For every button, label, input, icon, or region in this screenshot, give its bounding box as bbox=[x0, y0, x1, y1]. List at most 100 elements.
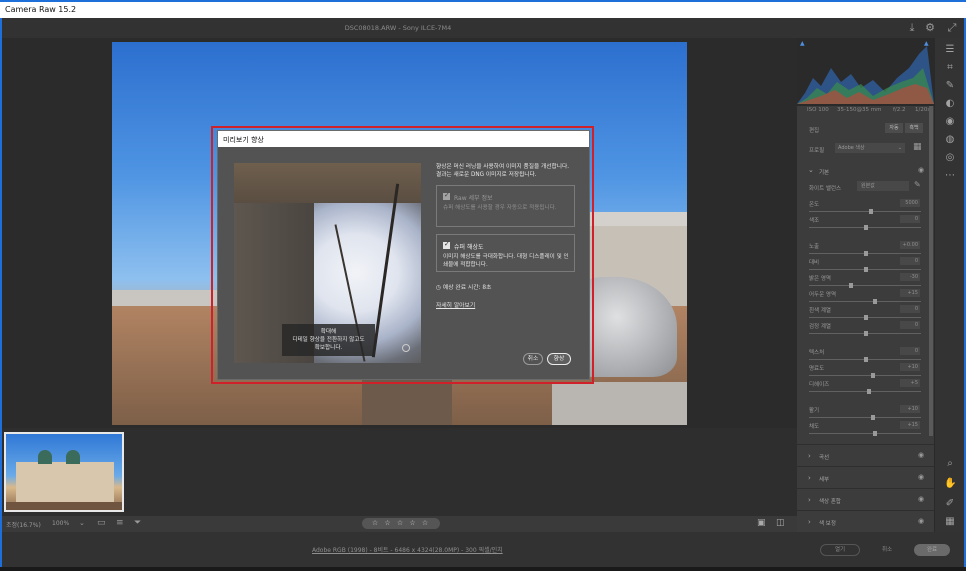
preview-zoom-icon[interactable] bbox=[402, 344, 410, 352]
whites-value[interactable]: 0 bbox=[900, 305, 920, 313]
bw-button[interactable]: 흑백 bbox=[905, 123, 923, 133]
enhance-button[interactable]: 향상 bbox=[547, 353, 571, 365]
section-color-grading[interactable]: › 색 보정 ◉ bbox=[797, 510, 934, 532]
zoom-value[interactable]: 100% bbox=[52, 520, 69, 527]
auto-button[interactable]: 자동 bbox=[885, 123, 903, 133]
compare-icon[interactable]: ◫ bbox=[776, 518, 785, 528]
open-button[interactable]: 열기 bbox=[820, 544, 860, 556]
vibrance-value[interactable]: +10 bbox=[900, 405, 920, 413]
raw-detail-checkbox[interactable] bbox=[443, 191, 450, 200]
slider-knob[interactable] bbox=[864, 331, 868, 336]
slider-knob[interactable] bbox=[873, 431, 877, 436]
wb-label: 화이트 밸런스 bbox=[809, 186, 842, 192]
eye-icon[interactable]: ◉ bbox=[918, 473, 924, 481]
vibrance-slider[interactable] bbox=[809, 415, 921, 420]
temp-value[interactable]: 5000 bbox=[900, 199, 920, 207]
highlights-value[interactable]: -30 bbox=[900, 273, 920, 281]
tint-slider[interactable] bbox=[809, 225, 921, 230]
zoom-dropdown-icon[interactable]: ⌄ bbox=[79, 519, 85, 527]
learn-more-link[interactable]: 자세히 알아보기 bbox=[436, 300, 475, 309]
chevron-right-icon: › bbox=[808, 452, 811, 460]
snapshots-icon[interactable]: ◎ bbox=[944, 152, 956, 164]
shadows-value[interactable]: +15 bbox=[900, 289, 920, 297]
highlight-clip-icon[interactable]: ▲ bbox=[924, 40, 929, 47]
eye-icon[interactable]: ◉ bbox=[918, 451, 924, 459]
gear-icon[interactable]: ⚙ bbox=[924, 22, 936, 34]
tint-value[interactable]: 0 bbox=[900, 215, 920, 223]
view-single-icon[interactable]: ▣ bbox=[757, 518, 766, 528]
blacks-slider[interactable] bbox=[809, 331, 921, 336]
saturation-value[interactable]: +15 bbox=[900, 421, 920, 429]
done-button[interactable]: 완료 bbox=[914, 544, 950, 556]
slider-knob[interactable] bbox=[864, 225, 868, 230]
clarity-value[interactable]: +10 bbox=[900, 363, 920, 371]
presets-icon[interactable]: ◍ bbox=[944, 134, 956, 146]
whites-slider[interactable] bbox=[809, 315, 921, 320]
dehaze-value[interactable]: +5 bbox=[900, 379, 920, 387]
blacks-value[interactable]: 0 bbox=[900, 321, 920, 329]
highlights-slider[interactable] bbox=[809, 283, 921, 288]
contrast-slider[interactable] bbox=[809, 267, 921, 272]
slider-knob[interactable] bbox=[873, 299, 877, 304]
exposure-slider[interactable] bbox=[809, 251, 921, 256]
workflow-info-link[interactable]: Adobe RGB (1998) - 8비트 - 6486 x 4324(28.… bbox=[312, 545, 503, 554]
slider-knob[interactable] bbox=[871, 373, 875, 378]
slider-knob[interactable] bbox=[864, 251, 868, 256]
chevron-down-icon[interactable]: ⌄ bbox=[808, 166, 814, 174]
filmstrip-thumbnail[interactable] bbox=[4, 432, 124, 512]
masking-icon[interactable]: ◐ bbox=[944, 98, 956, 110]
exposure-value[interactable]: +0.00 bbox=[900, 241, 920, 249]
slider-knob[interactable] bbox=[869, 209, 873, 214]
filmstrip-icon[interactable]: ▭ bbox=[97, 518, 106, 528]
temp-slider[interactable] bbox=[809, 209, 921, 214]
shadow-clip-icon[interactable]: ▲ bbox=[800, 40, 805, 47]
slider-knob[interactable] bbox=[871, 415, 875, 420]
enhance-preview[interactable]: 확대해 디테일 향상을 전환하지 않고도 확보합니다. bbox=[234, 163, 421, 363]
eye-icon[interactable]: ◉ bbox=[918, 517, 924, 525]
healing-icon[interactable]: ✎ bbox=[944, 80, 956, 92]
meta-aperture: f/2.2 bbox=[893, 107, 906, 113]
shadows-slider[interactable] bbox=[809, 299, 921, 304]
section-curve[interactable]: › 곡선 ◉ bbox=[797, 444, 934, 466]
section-color-mixer[interactable]: › 색상 혼합 ◉ bbox=[797, 488, 934, 510]
slider-knob[interactable] bbox=[864, 315, 868, 320]
texture-value[interactable]: 0 bbox=[900, 347, 920, 355]
saturation-slider[interactable] bbox=[809, 431, 921, 436]
profile-browser-icon[interactable]: ▦ bbox=[913, 142, 922, 152]
eye-icon[interactable]: ◉ bbox=[918, 495, 924, 503]
slider-knob[interactable] bbox=[867, 389, 871, 394]
contrast-value[interactable]: 0 bbox=[900, 257, 920, 265]
clarity-slider[interactable] bbox=[809, 373, 921, 378]
panel-scrollbar[interactable] bbox=[929, 106, 933, 436]
more-icon[interactable]: ⋯ bbox=[944, 170, 956, 182]
cancel-button[interactable]: 취소 bbox=[523, 353, 543, 365]
slider-knob[interactable] bbox=[849, 283, 853, 288]
fullscreen-icon[interactable]: ⤢ bbox=[946, 22, 958, 34]
grid-icon[interactable]: ▦ bbox=[944, 516, 956, 528]
zoom-icon[interactable]: ⌕ bbox=[944, 458, 956, 470]
rating-stars[interactable]: ☆ ☆ ☆ ☆ ☆ bbox=[362, 518, 440, 529]
eyedropper-icon[interactable]: ✎ bbox=[914, 180, 921, 189]
slider-knob[interactable] bbox=[864, 357, 868, 362]
edit-sliders-icon[interactable]: ☰ bbox=[944, 44, 956, 56]
dehaze-slider[interactable] bbox=[809, 389, 921, 394]
estimate-text: 예상 완료 시간: 8초 bbox=[442, 285, 492, 291]
hand-icon[interactable]: ✋ bbox=[944, 478, 956, 490]
profile-select[interactable]: Adobe 색상 ⌄ bbox=[835, 143, 905, 153]
texture-slider[interactable] bbox=[809, 357, 921, 362]
eyedropper-icon[interactable]: ✐ bbox=[944, 498, 956, 510]
basic-section-title[interactable]: 기본 bbox=[819, 168, 829, 176]
section-detail[interactable]: › 세부 ◉ bbox=[797, 466, 934, 488]
red-eye-icon[interactable]: ◉ bbox=[944, 116, 956, 128]
crop-icon[interactable]: ⌗ bbox=[944, 62, 956, 74]
file-name: DSC08018.ARW - Sony ILCE-7M4 bbox=[344, 24, 452, 32]
slider-knob[interactable] bbox=[864, 267, 868, 272]
filter-icon[interactable]: ⏷ bbox=[134, 518, 141, 528]
super-resolution-checkbox[interactable] bbox=[443, 240, 450, 249]
save-icon[interactable]: ⤓ bbox=[906, 22, 918, 34]
eye-icon[interactable]: ◉ bbox=[918, 166, 924, 174]
zoom-label[interactable]: 조정(16.7%) bbox=[6, 520, 41, 529]
wb-select[interactable]: 원본값 bbox=[857, 181, 909, 191]
sort-icon[interactable]: ≡ bbox=[116, 518, 124, 528]
cancel-footer-button[interactable]: 취소 bbox=[872, 544, 902, 556]
